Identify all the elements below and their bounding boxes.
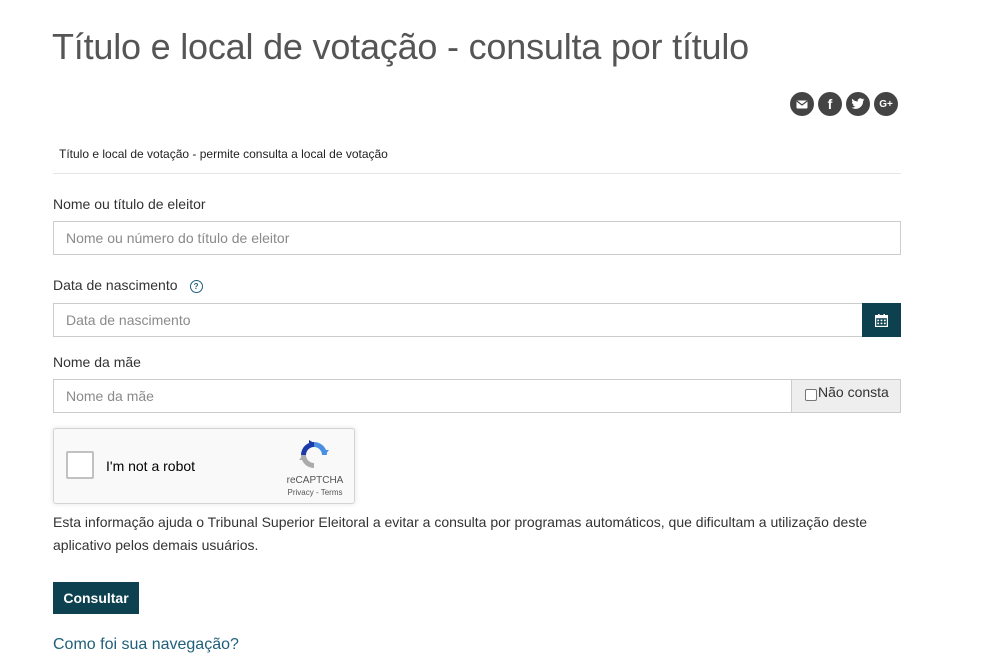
birth-date-input[interactable] [53,303,863,337]
birth-date-label-row: Data de nascimento? [53,277,203,293]
mother-name-input[interactable] [53,379,792,413]
calendar-icon [875,313,888,327]
google-plus-icon[interactable]: G+ [874,92,898,116]
birth-date-label: Data de nascimento [53,277,178,293]
nao-consta-label: Não consta [818,384,889,400]
share-bar: f G+ [790,92,898,116]
calendar-button[interactable] [862,303,901,337]
recaptcha-widget: I'm not a robot reCAPTCHA Privacy - Term… [53,428,355,504]
nao-consta-addon[interactable]: Não consta [791,379,901,413]
divider [53,173,901,174]
consultar-button[interactable]: Consultar [53,582,139,614]
twitter-icon[interactable] [846,92,870,116]
recaptcha-terms-link[interactable]: Privacy - Terms [286,488,344,497]
page-subtitle: Título e local de votação - permite cons… [59,147,388,161]
name-label: Nome ou título de eleitor [53,196,206,212]
envelope-icon[interactable] [790,92,814,116]
name-input[interactable] [53,221,901,255]
facebook-glyph: f [827,96,833,112]
mother-name-label: Nome da mãe [53,354,141,370]
info-text: Esta informação ajuda o Tribunal Superio… [53,514,867,553]
question-circle-icon[interactable]: ? [189,280,203,293]
facebook-icon[interactable]: f [818,92,842,116]
recaptcha-brand: reCAPTCHA [286,475,344,486]
nao-consta-checkbox[interactable] [805,389,817,401]
recaptcha-label: I'm not a robot [106,458,196,474]
recaptcha-checkbox[interactable] [66,451,94,479]
page-title: Título e local de votação - consulta por… [52,26,749,67]
recaptcha-logo-icon [298,439,330,476]
feedback-link[interactable]: Como foi sua navegação? [53,636,239,654]
google-plus-glyph: G+ [879,98,893,110]
